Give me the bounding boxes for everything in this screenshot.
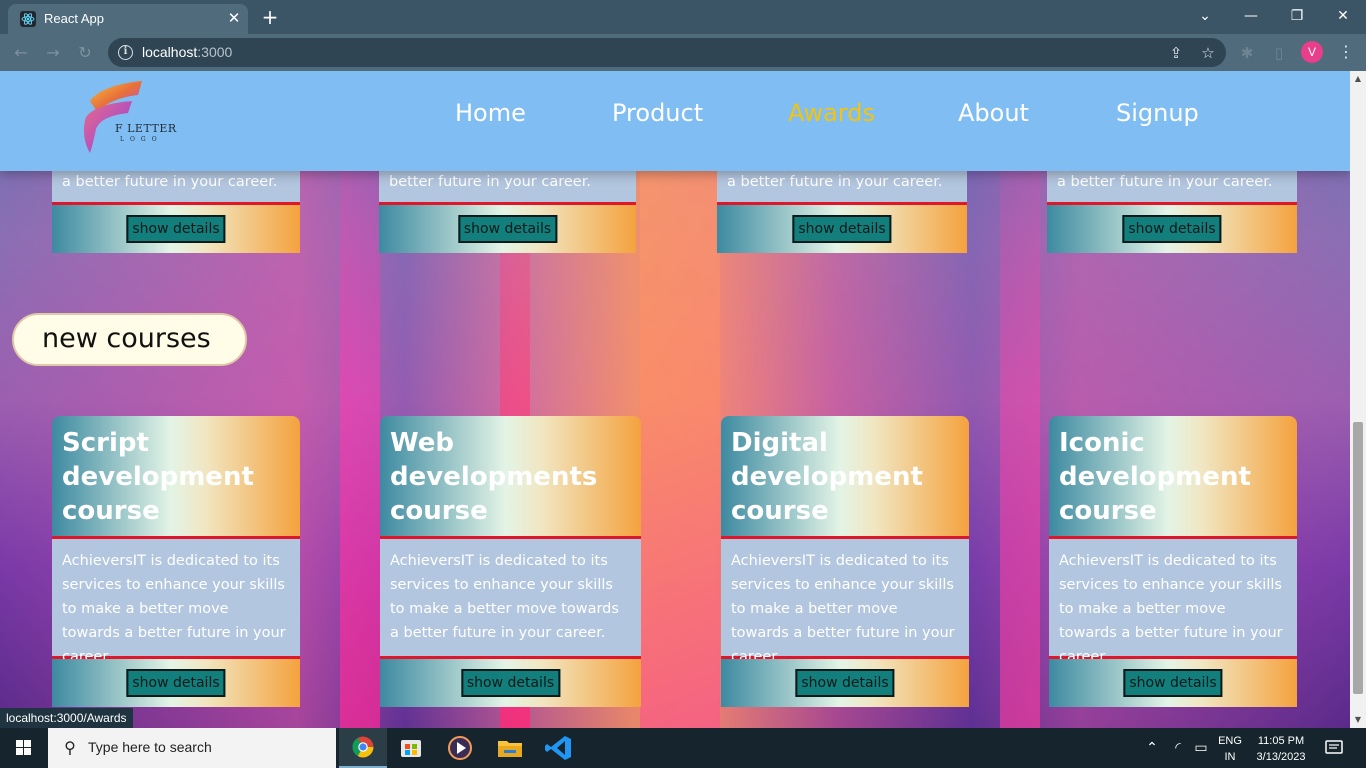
show-details-button[interactable]: show details (460, 669, 561, 697)
site-info-icon[interactable]: i (118, 45, 133, 60)
url-port: :3000 (197, 44, 233, 60)
notifications-icon[interactable] (1324, 738, 1344, 758)
close-window-icon[interactable]: ✕ (1320, 3, 1366, 29)
more-menu-icon[interactable]: ⋮ (1336, 40, 1356, 64)
card-body: AchieversIT is dedicated to its services… (380, 536, 641, 659)
nav-product[interactable]: Product (612, 99, 703, 127)
language-indicator[interactable]: ENG IN (1216, 733, 1244, 765)
minimize-icon[interactable]: — (1228, 3, 1274, 29)
show-details-button[interactable]: show details (1122, 215, 1222, 243)
close-tab-icon[interactable]: ✕ (226, 8, 242, 28)
url-host: localhost (142, 44, 198, 60)
show-details-button[interactable]: show details (126, 669, 226, 697)
language-region: IN (1224, 751, 1236, 763)
scroll-up-icon[interactable]: ▲ (1353, 74, 1363, 84)
card-title: Digital development course (731, 428, 923, 526)
windows-start-icon[interactable] (0, 728, 48, 768)
nav-awards[interactable]: Awards (788, 99, 875, 127)
tab-search-chevron-icon[interactable]: ⌄ (1182, 3, 1228, 29)
card-title: Script development course (62, 428, 254, 526)
card-description: AchieversIT is dedicated to its services… (62, 553, 286, 665)
card-footer: show details (1047, 205, 1297, 253)
url-text[interactable]: localhost:3000 (142, 44, 232, 60)
share-icon[interactable]: ⇪ (1166, 43, 1186, 63)
card-body: AchieversIT is dedicated to its services… (52, 536, 300, 665)
scroll-down-icon[interactable]: ▼ (1353, 715, 1363, 725)
card-description: AchieversIT is dedicated to its services… (731, 553, 955, 665)
react-icon (20, 11, 36, 27)
browser-tab-strip: React App ✕ + ⌄ — ❐ ✕ (0, 0, 1366, 34)
card-header: Digital development course (721, 416, 969, 536)
nav-about[interactable]: About (958, 99, 1029, 127)
show-details-button[interactable]: show details (795, 669, 895, 697)
site-header: F LETTER LOGO Home Product Awards About … (0, 71, 1350, 171)
card-footer: show details (1049, 659, 1297, 707)
scroll-thumb[interactable] (1353, 422, 1363, 694)
card-header: Script development course (52, 416, 300, 536)
media-player-icon[interactable] (436, 728, 484, 768)
forward-icon[interactable]: → (42, 42, 64, 64)
page-viewport: F LETTER LOGO Home Product Awards About … (0, 71, 1350, 728)
logo-subtext: LOGO (120, 136, 163, 143)
vscode-icon[interactable] (535, 728, 583, 768)
nav-signup[interactable]: Signup (1116, 99, 1199, 127)
bookmark-star-icon[interactable]: ☆ (1198, 43, 1218, 63)
chrome-icon[interactable] (339, 728, 387, 768)
card-footer: show details (52, 205, 300, 253)
reload-icon[interactable]: ↻ (74, 42, 96, 64)
file-explorer-icon[interactable] (486, 728, 534, 768)
extensions-puzzle-icon[interactable]: ✱ (1237, 43, 1257, 63)
restore-icon[interactable]: ❐ (1274, 3, 1320, 29)
card-header: Iconic development course (1049, 416, 1297, 536)
tray-chevron-icon[interactable]: ⌃ (1143, 738, 1161, 758)
card-description: AchieversIT is dedicated to its services… (1059, 553, 1283, 665)
tab-title: React App (44, 11, 104, 26)
taskbar-clock[interactable]: 11:05 PM 3/13/2023 (1250, 733, 1312, 765)
browser-tab[interactable]: React App ✕ (8, 4, 248, 34)
taskbar-search[interactable]: ⚲ Type here to search (48, 728, 336, 768)
store-icon[interactable] (387, 728, 435, 768)
section-title: new courses (42, 323, 211, 354)
back-icon[interactable]: ← (10, 42, 32, 64)
nav-home[interactable]: Home (455, 99, 526, 127)
card-footer: show details (721, 659, 969, 707)
show-details-button[interactable]: show details (1123, 669, 1223, 697)
card-header: Web developments course (380, 416, 641, 536)
card-footer: show details (52, 659, 300, 707)
link-status-tooltip: localhost:3000/Awards (0, 708, 133, 728)
language-code: ENG (1218, 735, 1242, 747)
card-body: AchieversIT is dedicated to its services… (721, 536, 969, 665)
side-panel-icon[interactable]: ▯ (1269, 43, 1289, 63)
show-details-button[interactable]: show details (457, 215, 558, 243)
page-scrollbar[interactable]: ▲ ▼ (1350, 71, 1366, 728)
show-details-button[interactable]: show details (126, 215, 226, 243)
card-footer: show details (717, 205, 967, 253)
show-details-button[interactable]: show details (792, 215, 892, 243)
card-title: Web developments course (390, 428, 598, 526)
section-heading-pill: new courses (12, 313, 247, 366)
card-description: AchieversIT is dedicated to its services… (390, 553, 619, 641)
logo-text: F LETTER (115, 122, 177, 135)
card-title: Iconic development course (1059, 428, 1251, 526)
clock-time: 11:05 PM (1257, 735, 1305, 747)
card-body: AchieversIT is dedicated to its services… (1049, 536, 1297, 665)
card-footer: show details (380, 659, 641, 707)
address-bar[interactable]: i localhost:3000 ⇪ ☆ (108, 38, 1226, 67)
new-tab-button[interactable]: + (258, 6, 282, 28)
network-icon[interactable]: ◜ (1169, 738, 1187, 758)
clock-date: 3/13/2023 (1256, 751, 1306, 763)
browser-toolbar: ← → ↻ i localhost:3000 ⇪ ☆ ✱ ▯ V ⋮ (0, 34, 1366, 71)
search-icon: ⚲ (64, 738, 76, 757)
card-footer: show details (379, 205, 636, 253)
windows-taskbar: ⚲ Type here to search ⌃ ◜ ▭ ENG IN 11:05… (0, 728, 1366, 768)
f-letter-logo[interactable] (80, 79, 190, 159)
search-placeholder: Type here to search (88, 739, 212, 755)
battery-icon[interactable]: ▭ (1192, 738, 1210, 758)
profile-avatar[interactable]: V (1301, 41, 1323, 63)
